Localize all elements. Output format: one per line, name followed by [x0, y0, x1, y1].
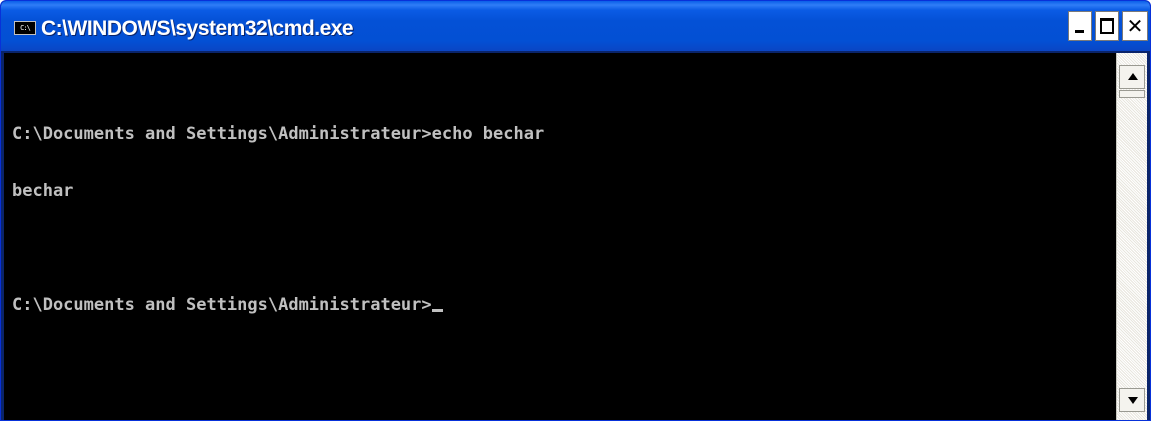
console-line: C:\Documents and Settings\Administrateur…	[12, 124, 545, 144]
cmd-icon[interactable]: C:\	[14, 21, 36, 35]
title-bar[interactable]: C:\ C:\WINDOWS\system32\cmd.exe ✕	[1, 1, 1150, 51]
scroll-up-arrow-icon	[1128, 73, 1138, 80]
scroll-up-button[interactable]	[1119, 65, 1145, 89]
scroll-down-arrow-icon	[1128, 397, 1138, 404]
window-title: C:\WINDOWS\system32\cmd.exe	[41, 17, 354, 40]
console-output[interactable]: C:\Documents and Settings\Administrateur…	[4, 53, 1116, 420]
close-icon: ✕	[1126, 14, 1144, 38]
console-prompt-line: C:\Documents and Settings\Administrateur…	[12, 296, 1116, 315]
console-prompt: C:\Documents and Settings\Administrateur…	[12, 295, 432, 315]
console-line: bechar	[12, 181, 74, 201]
minimize-button[interactable]	[1068, 11, 1092, 41]
scroll-down-button[interactable]	[1119, 388, 1145, 412]
minimize-icon	[1075, 30, 1084, 33]
maximize-icon	[1100, 18, 1114, 34]
vertical-scrollbar[interactable]	[1116, 53, 1147, 420]
text-cursor	[431, 309, 443, 312]
console-area: C:\Documents and Settings\Administrateur…	[4, 53, 1147, 420]
cmd-window: C:\ C:\WINDOWS\system32\cmd.exe ✕ C:\Doc…	[0, 0, 1151, 421]
maximize-button[interactable]	[1095, 11, 1119, 41]
scroll-thumb[interactable]	[1119, 90, 1145, 98]
close-button[interactable]: ✕	[1122, 11, 1148, 41]
